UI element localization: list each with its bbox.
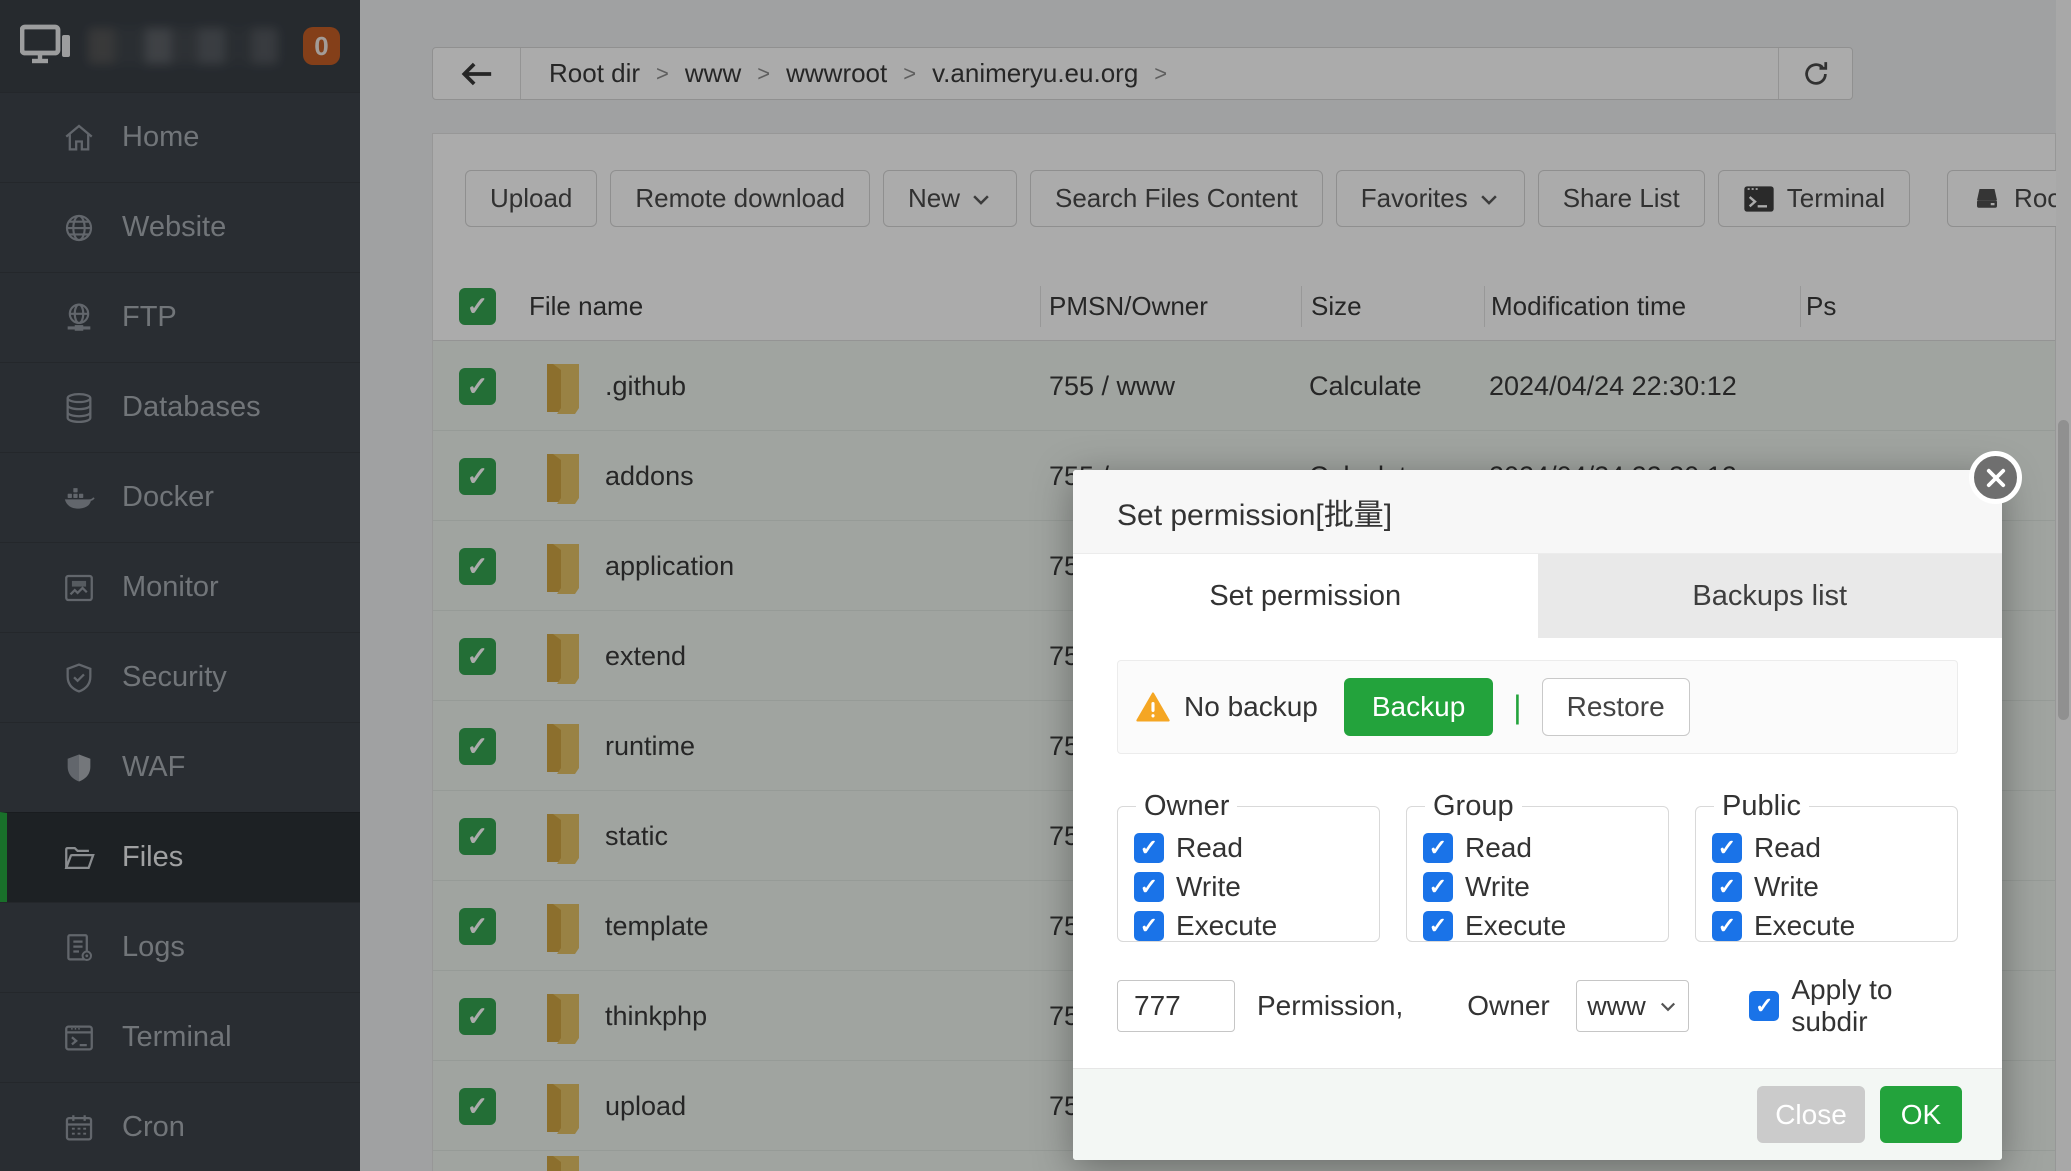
group-legend: Owner	[1136, 790, 1237, 823]
group-legend: Group	[1425, 790, 1522, 823]
backup-button[interactable]: Backup	[1344, 678, 1493, 736]
permission-groups: Owner Read Write Execute Group Read Writ…	[1117, 790, 1958, 942]
permission-group-group: Group Read Write Execute	[1406, 790, 1669, 942]
permission-value-row: Permission, Owner www Apply to subdir	[1117, 974, 1958, 1038]
permission-option: Write	[1423, 871, 1668, 903]
chevron-down-icon	[1658, 996, 1678, 1016]
option-label: Write	[1754, 871, 1819, 903]
option-label: Read	[1465, 832, 1532, 864]
warning-icon	[1136, 691, 1170, 723]
owner-select-value: www	[1587, 991, 1646, 1022]
write-checkbox[interactable]	[1712, 872, 1742, 902]
dialog-body: No backup Backup | Restore Owner Read Wr…	[1073, 660, 2002, 1038]
set-permission-dialog: Set permission[批量] Set permission Backup…	[1073, 470, 2002, 1160]
option-label: Read	[1754, 832, 1821, 864]
execute-checkbox[interactable]	[1134, 911, 1164, 941]
tab-backups-list[interactable]: Backups list	[1538, 554, 2003, 638]
option-label: Execute	[1176, 910, 1277, 942]
option-label: Write	[1465, 871, 1530, 903]
permission-option: Read	[1134, 832, 1379, 864]
permission-label: Permission,	[1257, 990, 1403, 1022]
ok-button[interactable]: OK	[1880, 1086, 1962, 1143]
group-legend: Public	[1714, 790, 1809, 823]
read-checkbox[interactable]	[1712, 833, 1742, 863]
permission-option: Read	[1712, 832, 1957, 864]
dialog-title: Set permission[批量]	[1117, 490, 1392, 534]
close-icon	[1984, 466, 2008, 490]
option-label: Read	[1176, 832, 1243, 864]
write-checkbox[interactable]	[1134, 872, 1164, 902]
tab-set-permission[interactable]: Set permission	[1073, 554, 1538, 638]
permission-input[interactable]	[1117, 980, 1235, 1032]
file-manager-app: 0 Home Website FTP Databases Docker	[0, 0, 2071, 1171]
permission-option: Execute	[1423, 910, 1668, 942]
execute-checkbox[interactable]	[1712, 911, 1742, 941]
permission-option: Write	[1712, 871, 1957, 903]
close-button[interactable]: Close	[1757, 1086, 1865, 1143]
read-checkbox[interactable]	[1423, 833, 1453, 863]
permission-option: Write	[1134, 871, 1379, 903]
permission-group-public: Public Read Write Execute	[1695, 790, 1958, 942]
owner-select[interactable]: www	[1576, 980, 1690, 1032]
dialog-footer: Close OK	[1073, 1068, 2002, 1160]
option-label: Execute	[1754, 910, 1855, 942]
permission-group-owner: Owner Read Write Execute	[1117, 790, 1380, 942]
option-label: Execute	[1465, 910, 1566, 942]
execute-checkbox[interactable]	[1423, 911, 1453, 941]
option-label: Write	[1176, 871, 1241, 903]
permission-option: Execute	[1712, 910, 1957, 942]
owner-label: Owner	[1467, 990, 1549, 1022]
write-checkbox[interactable]	[1423, 872, 1453, 902]
dialog-tabs: Set permission Backups list	[1073, 554, 2002, 638]
button-separator: |	[1513, 689, 1521, 726]
permission-option: Read	[1423, 832, 1668, 864]
read-checkbox[interactable]	[1134, 833, 1164, 863]
dialog-titlebar: Set permission[批量]	[1073, 470, 2002, 554]
apply-to-subdir-label: Apply to subdir	[1791, 974, 1958, 1038]
permission-option: Execute	[1134, 910, 1379, 942]
restore-button[interactable]: Restore	[1542, 678, 1690, 736]
dialog-close-button[interactable]	[1969, 451, 2022, 504]
backup-status-box: No backup Backup | Restore	[1117, 660, 1958, 754]
backup-status-text: No backup	[1184, 691, 1318, 723]
apply-to-subdir-checkbox[interactable]	[1749, 991, 1779, 1021]
